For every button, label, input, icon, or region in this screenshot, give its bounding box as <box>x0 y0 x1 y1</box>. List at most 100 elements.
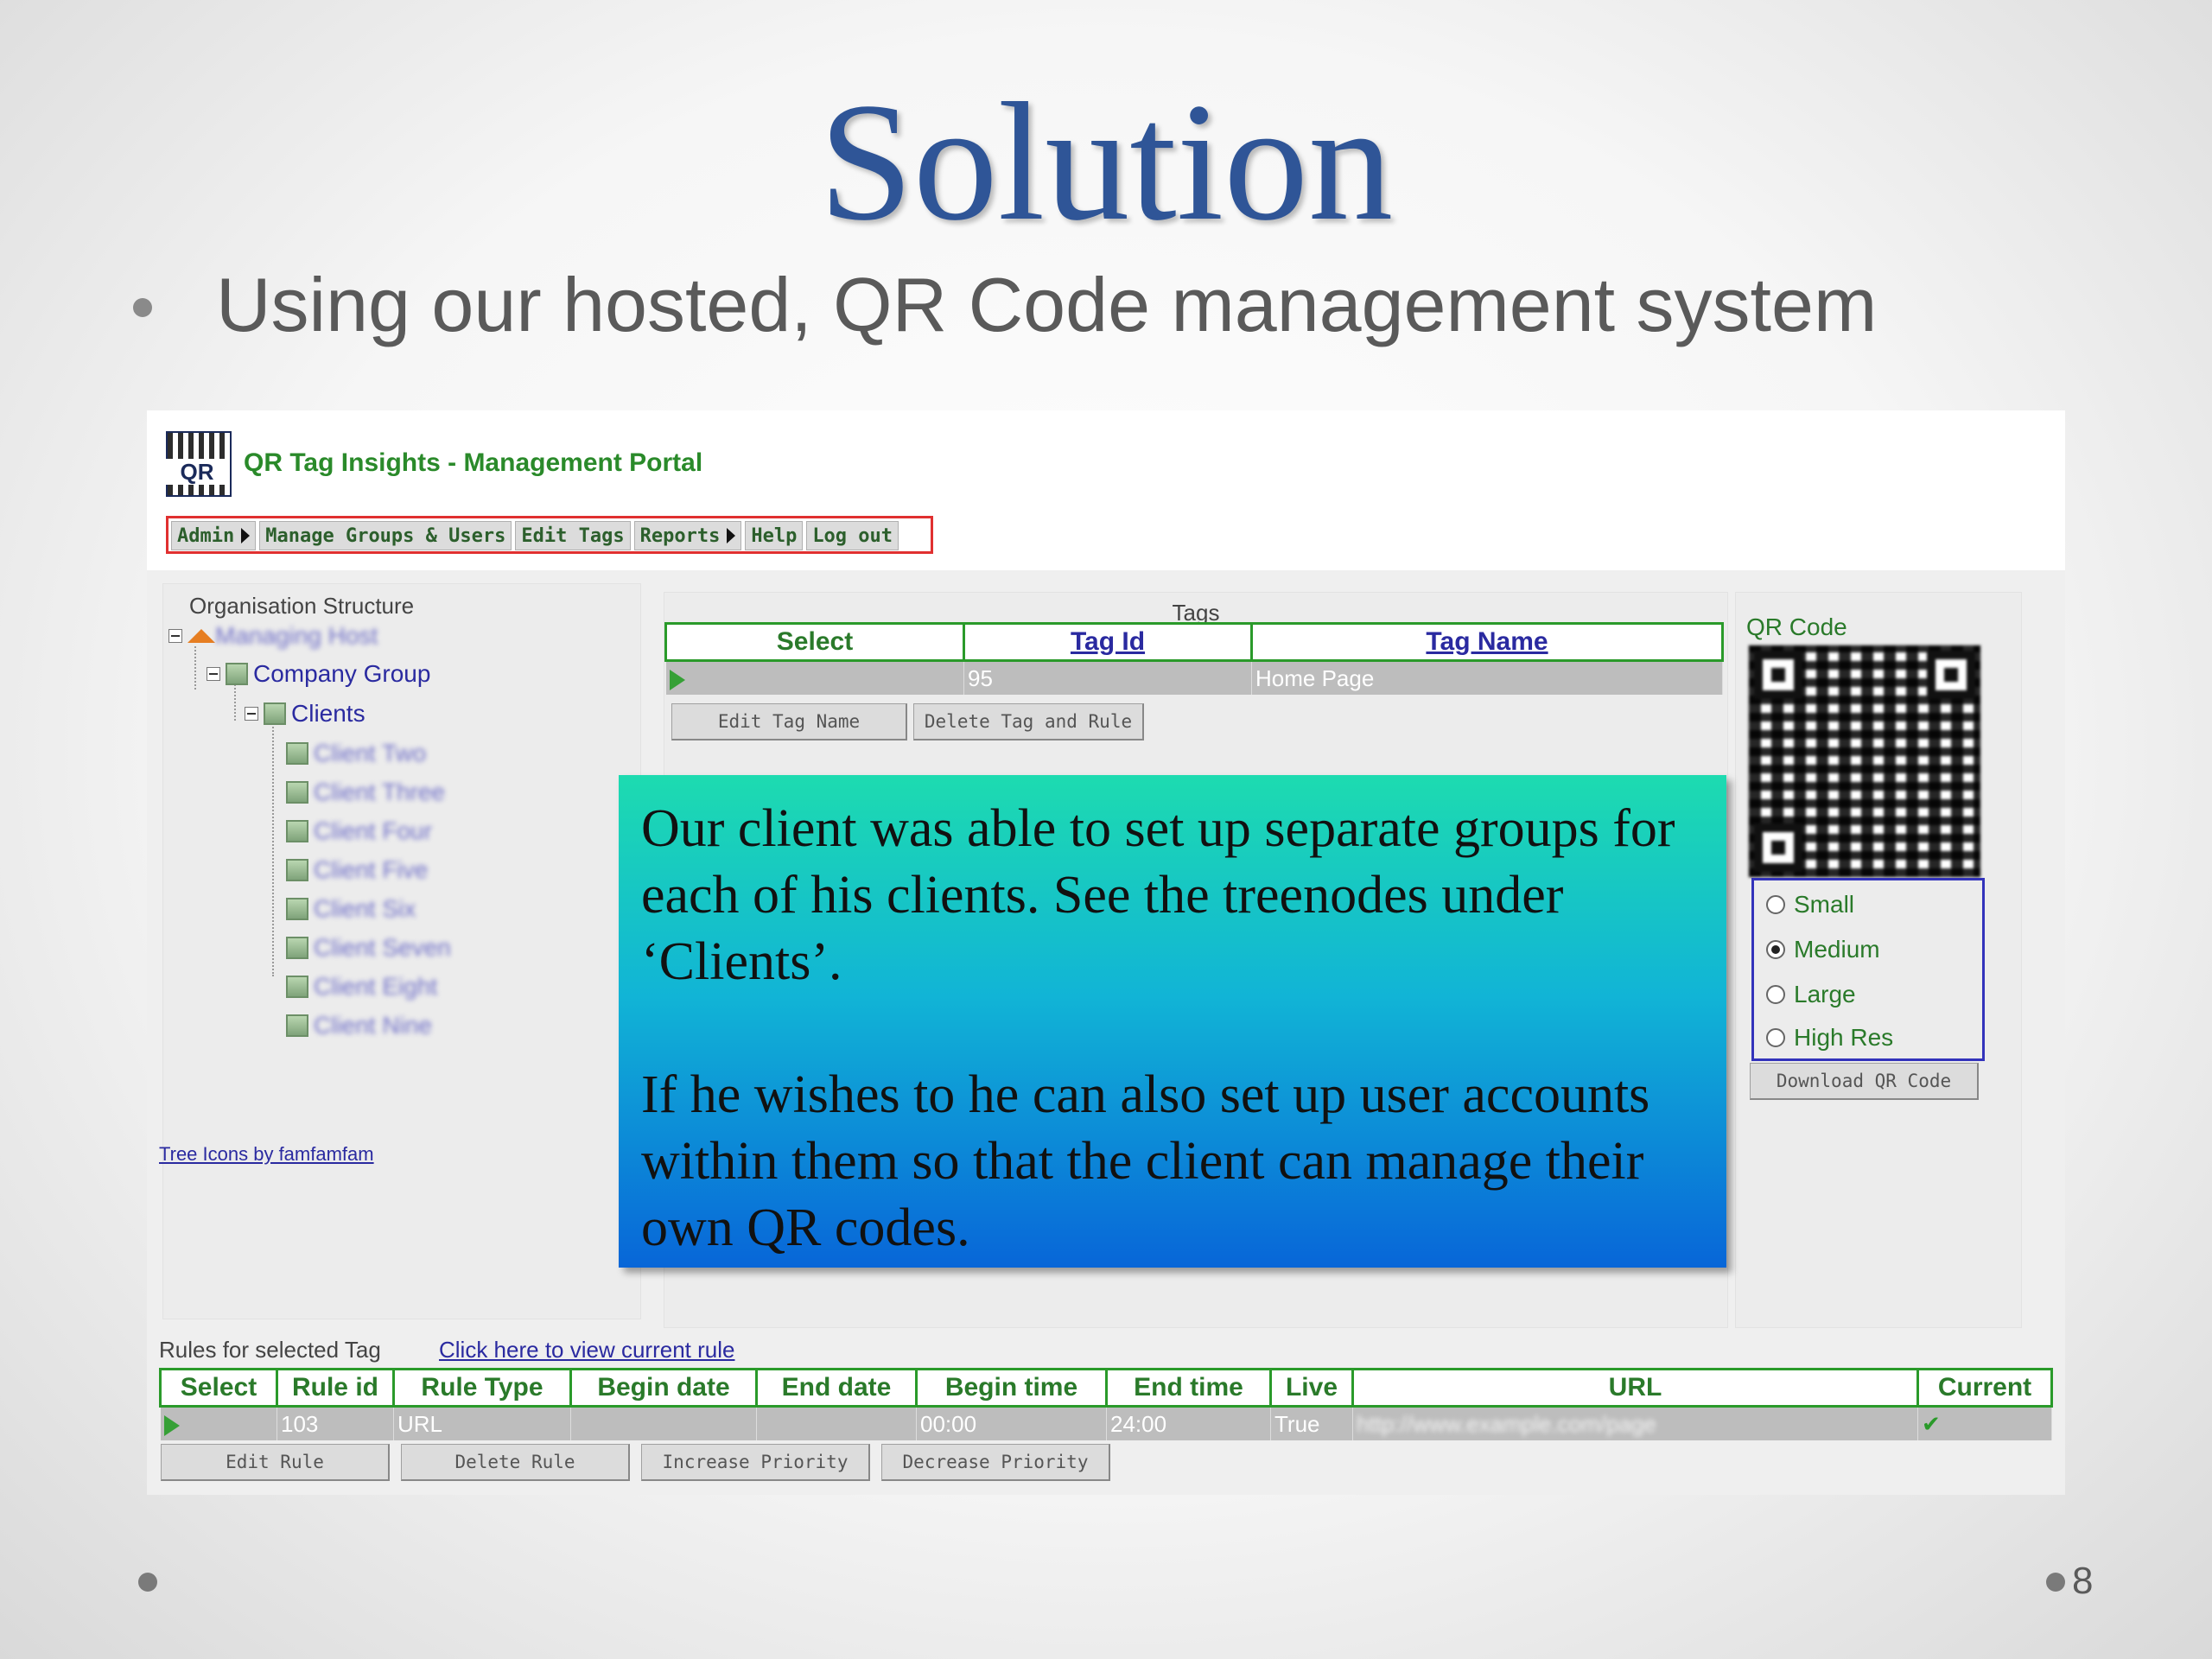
checkmark-icon: ✔ <box>1922 1410 1941 1437</box>
col-rule-type: Rule Type <box>392 1368 572 1408</box>
collapse-icon[interactable] <box>168 629 182 643</box>
qr-finder-pattern <box>1754 651 1802 699</box>
begin-date-cell <box>570 1406 757 1440</box>
col-begin-time: Begin time <box>915 1368 1108 1408</box>
tree-node-client[interactable]: Client Nine <box>286 1012 432 1039</box>
radio-icon[interactable] <box>1766 985 1785 1004</box>
building-icon <box>286 742 308 765</box>
col-end-time: End time <box>1105 1368 1272 1408</box>
menu-help[interactable]: Help <box>745 521 804 550</box>
col-url: URL <box>1351 1368 1919 1408</box>
col-end-date: End date <box>755 1368 918 1408</box>
qr-code-heading: QR Code <box>1746 613 1847 640</box>
col-tag-id[interactable]: Tag Id <box>963 622 1253 662</box>
tree-node-client[interactable]: Client Seven <box>286 934 451 962</box>
tree-node-client[interactable]: Client Eight <box>286 973 437 1001</box>
tree-node-client[interactable]: Client Six <box>286 895 416 923</box>
building-icon <box>264 702 286 725</box>
radio-icon[interactable] <box>1766 1028 1785 1047</box>
building-icon <box>286 937 308 959</box>
rule-id-cell: 103 <box>276 1406 394 1440</box>
menu-reports[interactable]: Reports <box>633 521 742 550</box>
url-cell: http://www.example.com/page <box>1352 1406 1918 1440</box>
tree-icons-credit-link[interactable]: Tree Icons by famfamfam <box>159 1143 374 1166</box>
submenu-arrow-icon <box>241 528 251 543</box>
tags-table: Select Tag Id Tag Name 95 Home Page <box>664 622 1724 695</box>
main-menu: Admin Manage Groups & Users Edit Tags Re… <box>166 516 933 554</box>
radio-icon[interactable] <box>1766 895 1785 914</box>
size-option-large[interactable]: Large <box>1766 981 1856 1008</box>
qr-logo-text: QR <box>166 459 228 485</box>
menu-edit-tags[interactable]: Edit Tags <box>515 521 631 550</box>
building-icon <box>286 976 308 998</box>
rule-type-cell: URL <box>393 1406 571 1440</box>
tree-node-client[interactable]: Client Two <box>286 740 426 767</box>
tree-node-client[interactable]: Client Three <box>286 779 445 806</box>
end-date-cell <box>756 1406 917 1440</box>
menu-log-out[interactable]: Log out <box>806 521 899 550</box>
increase-priority-button[interactable]: Increase Priority <box>641 1444 870 1481</box>
live-cell: True <box>1270 1406 1353 1440</box>
size-option-high-res[interactable]: High Res <box>1766 1024 1893 1052</box>
decrease-priority-button[interactable]: Decrease Priority <box>881 1444 1110 1481</box>
download-qr-code-button[interactable]: Download QR Code <box>1750 1063 1979 1100</box>
tag-name-cell: Home Page <box>1251 660 1723 695</box>
tag-id-cell: 95 <box>963 660 1252 695</box>
view-current-rule-link[interactable]: Click here to view current rule <box>439 1337 734 1363</box>
row-select[interactable] <box>665 660 964 695</box>
qr-code-image <box>1748 645 1981 878</box>
edit-rule-button[interactable]: Edit Rule <box>161 1444 390 1481</box>
size-option-small[interactable]: Small <box>1766 891 1854 918</box>
table-row[interactable]: 103 URL 00:00 24:00 True http://www.exam… <box>160 1406 2052 1440</box>
portal-title: QR Tag Insights - Management Portal <box>244 448 703 477</box>
slide-subtitle: Using our hosted, QR Code management sys… <box>216 262 1878 347</box>
footer-dot-right <box>2046 1573 2065 1592</box>
footer-dot-left <box>138 1573 157 1592</box>
col-select: Select <box>664 622 965 662</box>
home-icon <box>188 629 215 643</box>
qr-size-options: Small Medium Large High Res <box>1751 878 1985 1061</box>
collapse-icon[interactable] <box>207 667 220 681</box>
building-icon <box>286 820 308 842</box>
callout-paragraph-1: Our client was able to set up separate g… <box>641 799 1675 991</box>
tree-node-company-group[interactable]: Company Group <box>207 660 430 688</box>
org-structure-panel: Organisation Structure Managing Host Com… <box>162 583 641 1319</box>
end-time-cell: 24:00 <box>1106 1406 1271 1440</box>
building-icon <box>286 859 308 881</box>
row-select[interactable] <box>160 1406 277 1440</box>
radio-selected-icon[interactable] <box>1766 940 1785 959</box>
rules-table: Select Rule id Rule Type Begin date End … <box>159 1368 2053 1440</box>
col-rule-id: Rule id <box>276 1368 395 1408</box>
delete-tag-and-rule-button[interactable]: Delete Tag and Rule <box>913 703 1144 741</box>
select-arrow-icon[interactable] <box>163 1414 180 1436</box>
building-icon <box>286 781 308 804</box>
select-arrow-icon[interactable] <box>669 669 685 690</box>
callout-paragraph-2: If he wishes to he can also set up user … <box>641 1065 1650 1257</box>
col-begin-date: Begin date <box>569 1368 758 1408</box>
collapse-icon[interactable] <box>245 707 258 721</box>
submenu-arrow-icon <box>727 528 736 543</box>
tree-node-clients[interactable]: Clients <box>245 700 365 728</box>
tree-connector <box>272 721 274 976</box>
col-tag-name[interactable]: Tag Name <box>1250 622 1724 662</box>
col-live: Live <box>1269 1368 1354 1408</box>
portal-header: QR QR Tag Insights - Management Portal A… <box>147 410 2065 570</box>
bullet-dot <box>133 298 152 317</box>
tree-node-client[interactable]: Client Five <box>286 856 428 884</box>
col-current: Current <box>1916 1368 2053 1408</box>
edit-tag-name-button[interactable]: Edit Tag Name <box>671 703 907 741</box>
tree-node-client[interactable]: Client Four <box>286 817 432 845</box>
rules-heading: Rules for selected Tag <box>159 1337 381 1363</box>
menu-admin[interactable]: Admin <box>171 521 257 550</box>
table-row[interactable]: 95 Home Page <box>665 660 1723 695</box>
begin-time-cell: 00:00 <box>916 1406 1107 1440</box>
tree-node-root[interactable]: Managing Host <box>168 622 378 650</box>
delete-rule-button[interactable]: Delete Rule <box>401 1444 630 1481</box>
size-option-medium[interactable]: Medium <box>1766 936 1880 963</box>
building-icon <box>286 898 308 920</box>
menu-manage-groups-users[interactable]: Manage Groups & Users <box>259 521 512 550</box>
current-cell: ✔ <box>1917 1406 2052 1440</box>
qr-finder-pattern <box>1754 823 1802 872</box>
building-icon <box>286 1014 308 1037</box>
building-icon <box>226 663 248 685</box>
